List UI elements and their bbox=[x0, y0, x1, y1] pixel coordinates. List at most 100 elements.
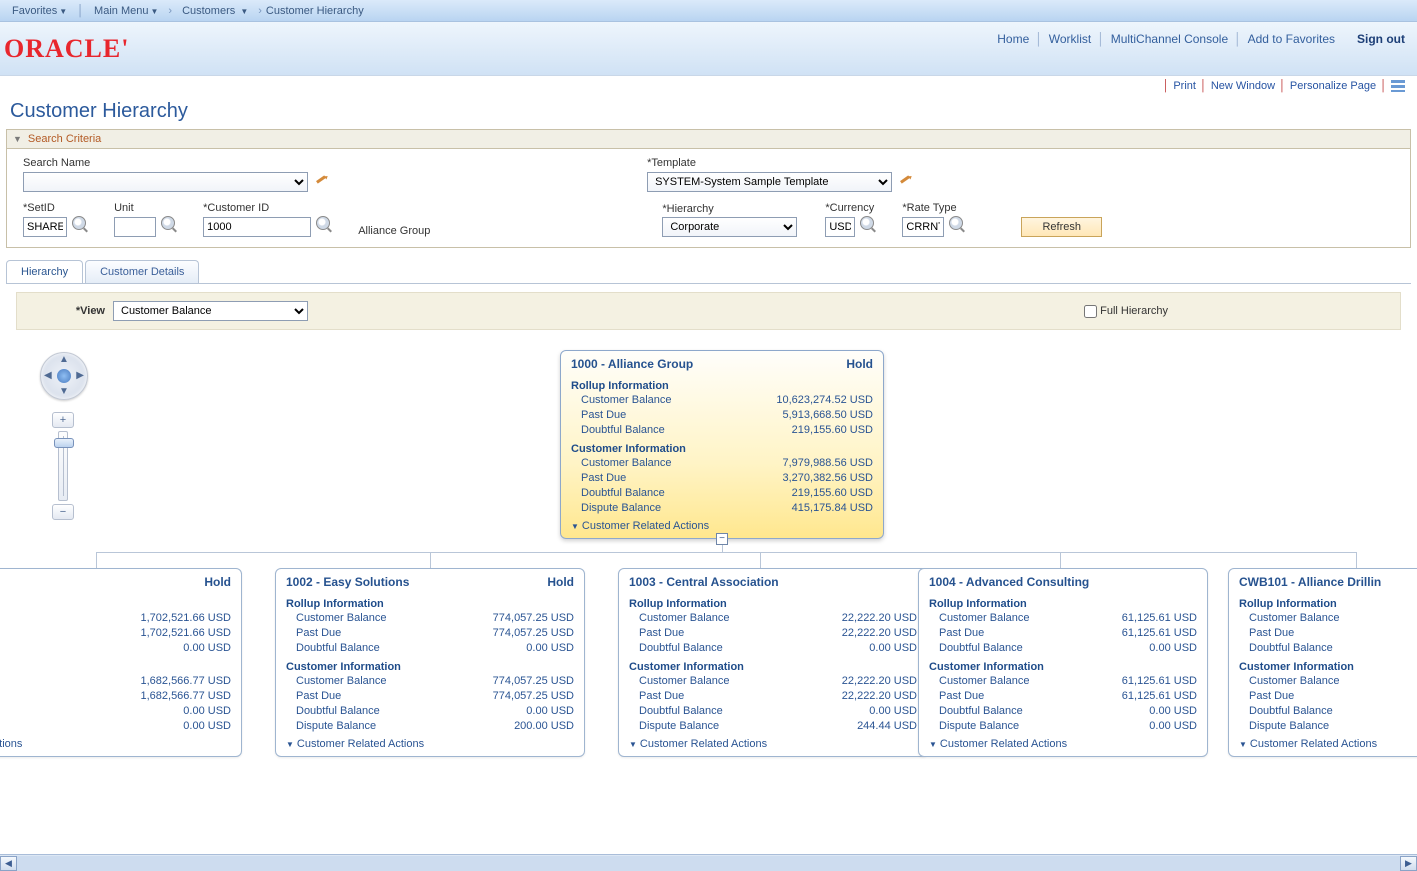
lookup-icon[interactable] bbox=[860, 216, 874, 230]
lookup-icon[interactable] bbox=[161, 216, 175, 230]
lookup-icon[interactable] bbox=[949, 216, 963, 230]
connector-line bbox=[1060, 552, 1061, 568]
print-link[interactable]: Print bbox=[1173, 80, 1196, 92]
customer-id-input[interactable] bbox=[203, 217, 311, 237]
pan-left-icon[interactable]: ◀ bbox=[44, 371, 52, 381]
customer-related-actions[interactable]: ▼ elated Actions bbox=[0, 734, 241, 756]
unit-input[interactable] bbox=[114, 217, 156, 237]
customer-related-actions[interactable]: ▼Customer Related Actions bbox=[619, 734, 927, 756]
setid-input[interactable] bbox=[23, 217, 67, 237]
rollup-heading: Rollup Information bbox=[1239, 598, 1417, 610]
edit-icon[interactable] bbox=[899, 171, 913, 185]
scroll-track[interactable] bbox=[17, 856, 1400, 871]
customer-related-actions[interactable]: ▼Customer Related Actions bbox=[276, 734, 584, 756]
pan-center-icon[interactable] bbox=[57, 369, 71, 383]
menu-separator: │ bbox=[77, 5, 84, 17]
breadcrumb-current: Customer Hierarchy bbox=[266, 5, 364, 17]
edit-icon[interactable] bbox=[315, 171, 329, 185]
search-name-select[interactable] bbox=[23, 172, 308, 192]
sign-out-link[interactable]: Sign out bbox=[1357, 32, 1405, 46]
global-links: Home │ Worklist │ MultiChannel Console │… bbox=[997, 28, 1405, 46]
customer-related-actions[interactable]: ▼Customer Related Actions bbox=[1229, 734, 1417, 756]
favorites-menu[interactable]: Favorites▼ bbox=[6, 3, 73, 19]
lookup-icon[interactable] bbox=[316, 216, 330, 230]
personalize-link[interactable]: Personalize Page bbox=[1290, 80, 1376, 92]
template-select[interactable]: SYSTEM-System Sample Template bbox=[647, 172, 892, 192]
search-header[interactable]: ▼ Search Criteria bbox=[7, 130, 1410, 149]
caret-down-icon: ▼ bbox=[929, 740, 937, 749]
caret-down-icon: ▼ bbox=[1239, 740, 1247, 749]
setid-label: *SetID bbox=[23, 202, 86, 214]
node-child[interactable]: 1004 - Advanced Consulting Rollup Inform… bbox=[918, 568, 1208, 757]
caret-down-icon: ▼ bbox=[240, 7, 248, 16]
full-hierarchy-label: Full Hierarchy bbox=[1100, 305, 1168, 317]
node-child[interactable]: Systems Hold ation ance1,702,521.66 USD … bbox=[0, 568, 242, 757]
pan-down-icon[interactable]: ▼ bbox=[59, 387, 69, 397]
hierarchy-canvas[interactable]: ▲ ▼ ◀ ▶ + − 1000 - Alliance Group Hold R… bbox=[0, 338, 1417, 858]
node-title: CWB101 - Alliance Drillin bbox=[1239, 575, 1381, 589]
view-bar: *View Customer Balance Full Hierarchy bbox=[16, 292, 1401, 330]
breadcrumb-customers[interactable]: Customers ▼ bbox=[176, 3, 254, 19]
home-link[interactable]: Home bbox=[997, 32, 1029, 46]
currency-input[interactable] bbox=[825, 217, 855, 237]
customer-related-actions[interactable]: ▼Customer Related Actions bbox=[919, 734, 1207, 756]
rollup-heading: Rollup Information bbox=[286, 598, 574, 610]
hold-flag: Hold bbox=[204, 575, 231, 589]
worklist-link[interactable]: Worklist bbox=[1049, 32, 1091, 46]
template-label: *Template bbox=[647, 157, 913, 169]
custinfo-heading: ormation bbox=[0, 661, 231, 673]
scroll-left-button[interactable]: ◀ bbox=[0, 856, 17, 871]
lookup-icon[interactable] bbox=[72, 216, 86, 230]
collapse-toggle[interactable]: − bbox=[716, 533, 728, 545]
hold-flag: Hold bbox=[846, 357, 873, 371]
pan-right-icon[interactable]: ▶ bbox=[76, 371, 84, 381]
view-select[interactable]: Customer Balance bbox=[113, 301, 308, 321]
node-child[interactable]: CWB101 - Alliance Drillin Rollup Informa… bbox=[1228, 568, 1417, 757]
zoom-slider-thumb[interactable] bbox=[54, 438, 74, 448]
caret-down-icon: ▼ bbox=[629, 740, 637, 749]
rate-type-input[interactable] bbox=[902, 217, 944, 237]
multichannel-link[interactable]: MultiChannel Console bbox=[1111, 32, 1228, 46]
connector-line bbox=[96, 552, 1356, 553]
rollup-heading: ation bbox=[0, 598, 231, 610]
search-panel: ▼ Search Criteria Search Name *Template … bbox=[6, 129, 1411, 248]
connector-line bbox=[96, 552, 97, 568]
new-window-link[interactable]: New Window bbox=[1211, 80, 1275, 92]
custinfo-heading: Customer Information bbox=[1239, 661, 1417, 673]
tab-hierarchy[interactable]: Hierarchy bbox=[6, 260, 83, 283]
layout-icon[interactable] bbox=[1391, 80, 1405, 92]
node-child[interactable]: 1003 - Central Association Rollup Inform… bbox=[618, 568, 928, 757]
top-nav-bar: Favorites▼ │ Main Menu▼ › Customers ▼ › … bbox=[0, 0, 1417, 22]
customer-id-label: *Customer ID bbox=[203, 202, 330, 214]
full-hierarchy-checkbox[interactable] bbox=[1084, 305, 1097, 318]
pan-control[interactable]: ▲ ▼ ◀ ▶ bbox=[40, 352, 88, 400]
node-title: 1003 - Central Association bbox=[629, 575, 779, 589]
tab-customer-details[interactable]: Customer Details bbox=[85, 260, 199, 283]
add-favorites-link[interactable]: Add to Favorites bbox=[1248, 32, 1335, 46]
node-root[interactable]: 1000 - Alliance Group Hold Rollup Inform… bbox=[560, 350, 884, 539]
zoom-in-button[interactable]: + bbox=[52, 412, 74, 428]
zoom-slider-track[interactable] bbox=[58, 431, 68, 501]
node-child[interactable]: 1002 - Easy Solutions Hold Rollup Inform… bbox=[275, 568, 585, 757]
hierarchy-select[interactable]: Corporate bbox=[662, 217, 797, 237]
unit-label: Unit bbox=[114, 202, 175, 214]
refresh-button[interactable]: Refresh bbox=[1021, 217, 1102, 237]
search-name-label: Search Name bbox=[23, 157, 329, 169]
view-label: *View bbox=[29, 305, 105, 317]
node-title: 1000 - Alliance Group bbox=[571, 357, 693, 371]
favorites-label: Favorites bbox=[12, 5, 57, 17]
search-header-label: Search Criteria bbox=[28, 133, 101, 145]
rollup-heading: Rollup Information bbox=[571, 380, 873, 392]
horizontal-scrollbar[interactable]: ◀ ▶ bbox=[0, 854, 1417, 871]
zoom-out-button[interactable]: − bbox=[52, 504, 74, 520]
brand-bar: ORACLE' Home │ Worklist │ MultiChannel C… bbox=[0, 22, 1417, 76]
scroll-right-button[interactable]: ▶ bbox=[1400, 856, 1417, 871]
caret-down-icon: ▼ bbox=[59, 7, 67, 16]
caret-down-icon: ▼ bbox=[571, 522, 579, 531]
pan-up-icon[interactable]: ▲ bbox=[59, 355, 69, 365]
page-title: Customer Hierarchy bbox=[0, 94, 1417, 129]
main-menu[interactable]: Main Menu▼ bbox=[88, 3, 164, 19]
utility-links: │ Print │ New Window │ Personalize Page … bbox=[0, 76, 1417, 94]
breadcrumb-chevron-icon: › bbox=[258, 5, 262, 17]
custinfo-heading: Customer Information bbox=[286, 661, 574, 673]
